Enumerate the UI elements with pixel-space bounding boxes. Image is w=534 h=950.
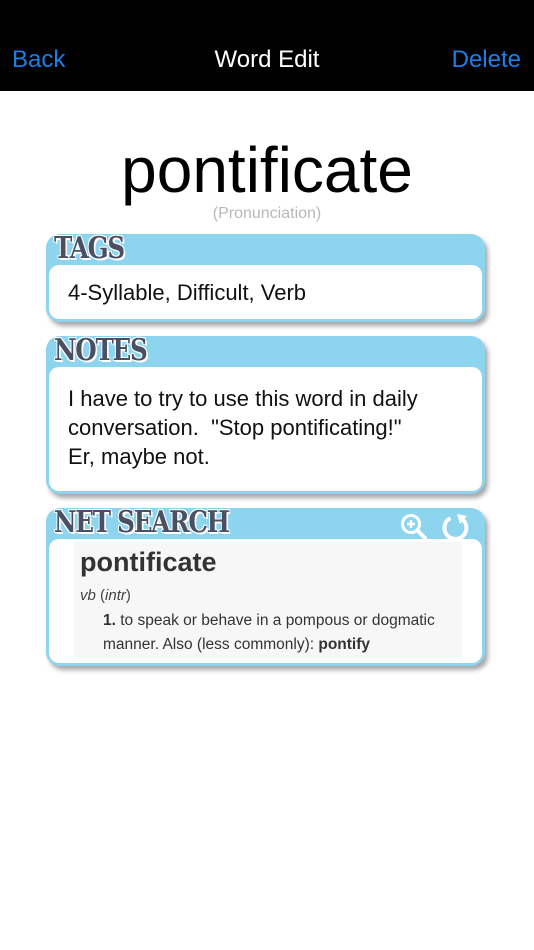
notes-label: NOTES: [54, 333, 148, 368]
pronunciation-field[interactable]: (Pronunciation): [0, 204, 534, 224]
delete-button[interactable]: Delete: [452, 45, 521, 75]
zoom-in-icon[interactable]: [399, 512, 429, 542]
tags-label: TAGS: [54, 231, 125, 266]
tags-field[interactable]: 4-Syllable, Difficult, Verb: [49, 265, 482, 319]
navigation-bar: Back Word Edit Delete: [0, 0, 534, 91]
notes-value: I have to try to use this word in daily …: [68, 386, 418, 469]
synonym-link[interactable]: pontify: [318, 636, 370, 653]
dictionary-entry: pontificate vb (intr) 1. to speak or beh…: [74, 542, 462, 658]
dictionary-headword: pontificate: [80, 547, 217, 577]
pos-abbr: vb: [80, 587, 96, 604]
sense-number: 1.: [103, 612, 116, 629]
refresh-icon[interactable]: [440, 512, 470, 542]
notes-field[interactable]: I have to try to use this word in daily …: [49, 367, 482, 491]
net-search-card: NET SEARCH pontificate vb (intr) 1. to s…: [46, 505, 485, 666]
net-search-results[interactable]: pontificate vb (intr) 1. to speak or beh…: [49, 539, 482, 663]
tags-value: 4-Syllable, Difficult, Verb: [68, 280, 307, 305]
word-heading[interactable]: pontificate: [0, 132, 534, 208]
definition-body: to speak or behave in a pompous or dogma…: [103, 612, 435, 653]
part-of-speech: vb (intr): [80, 587, 131, 604]
definition-text: 1. to speak or behave in a pompous or do…: [103, 609, 458, 657]
notes-card: NOTES I have to try to use this word in …: [46, 333, 485, 494]
pos-qualifier: intr: [105, 587, 126, 604]
net-search-label: NET SEARCH: [54, 505, 230, 540]
tags-card: TAGS 4-Syllable, Difficult, Verb: [46, 231, 485, 322]
